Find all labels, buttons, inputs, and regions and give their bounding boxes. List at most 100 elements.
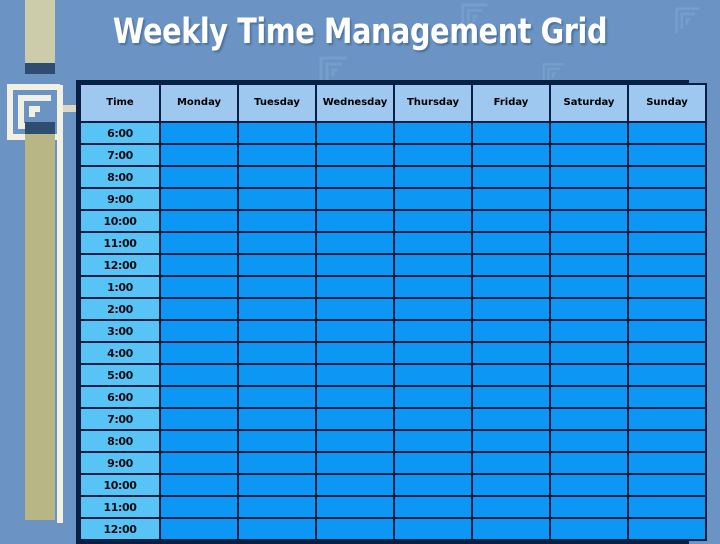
schedule-slot-cell[interactable] — [237, 319, 317, 343]
schedule-slot-cell[interactable] — [159, 407, 239, 431]
schedule-slot-cell[interactable] — [237, 143, 317, 167]
schedule-slot-cell[interactable] — [471, 363, 551, 387]
schedule-slot-cell[interactable] — [237, 385, 317, 409]
schedule-slot-cell[interactable] — [237, 275, 317, 299]
schedule-slot-cell[interactable] — [549, 275, 629, 299]
schedule-slot-cell[interactable] — [471, 165, 551, 189]
schedule-slot-cell[interactable] — [549, 385, 629, 409]
schedule-slot-cell[interactable] — [627, 495, 707, 519]
schedule-slot-cell[interactable] — [471, 121, 551, 145]
schedule-slot-cell[interactable] — [237, 517, 317, 541]
schedule-slot-cell[interactable] — [471, 407, 551, 431]
schedule-slot-cell[interactable] — [159, 451, 239, 475]
schedule-slot-cell[interactable] — [393, 143, 473, 167]
schedule-slot-cell[interactable] — [471, 231, 551, 255]
schedule-slot-cell[interactable] — [159, 429, 239, 453]
column-header-day[interactable]: Sunday — [627, 83, 707, 123]
schedule-slot-cell[interactable] — [393, 165, 473, 189]
schedule-slot-cell[interactable] — [471, 319, 551, 343]
schedule-slot-cell[interactable] — [315, 297, 395, 321]
schedule-slot-cell[interactable] — [393, 407, 473, 431]
schedule-slot-cell[interactable] — [627, 143, 707, 167]
schedule-slot-cell[interactable] — [237, 363, 317, 387]
schedule-slot-cell[interactable] — [237, 495, 317, 519]
schedule-slot-cell[interactable] — [627, 121, 707, 145]
column-header-day[interactable]: Friday — [471, 83, 551, 123]
schedule-slot-cell[interactable] — [627, 341, 707, 365]
schedule-slot-cell[interactable] — [627, 209, 707, 233]
schedule-slot-cell[interactable] — [159, 363, 239, 387]
schedule-slot-cell[interactable] — [315, 363, 395, 387]
schedule-slot-cell[interactable] — [549, 341, 629, 365]
schedule-slot-cell[interactable] — [627, 275, 707, 299]
schedule-slot-cell[interactable] — [549, 319, 629, 343]
schedule-slot-cell[interactable] — [627, 407, 707, 431]
schedule-slot-cell[interactable] — [393, 253, 473, 277]
schedule-slot-cell[interactable] — [549, 143, 629, 167]
schedule-slot-cell[interactable] — [237, 231, 317, 255]
schedule-slot-cell[interactable] — [315, 165, 395, 189]
schedule-slot-cell[interactable] — [549, 429, 629, 453]
schedule-slot-cell[interactable] — [159, 495, 239, 519]
schedule-slot-cell[interactable] — [471, 429, 551, 453]
schedule-slot-cell[interactable] — [315, 121, 395, 145]
schedule-slot-cell[interactable] — [315, 143, 395, 167]
schedule-slot-cell[interactable] — [315, 517, 395, 541]
schedule-slot-cell[interactable] — [471, 495, 551, 519]
schedule-slot-cell[interactable] — [627, 231, 707, 255]
schedule-slot-cell[interactable] — [471, 209, 551, 233]
schedule-slot-cell[interactable] — [627, 473, 707, 497]
schedule-slot-cell[interactable] — [237, 407, 317, 431]
column-header-day[interactable]: Wednesday — [315, 83, 395, 123]
schedule-slot-cell[interactable] — [315, 495, 395, 519]
schedule-slot-cell[interactable] — [549, 473, 629, 497]
schedule-slot-cell[interactable] — [315, 275, 395, 299]
schedule-slot-cell[interactable] — [549, 121, 629, 145]
schedule-slot-cell[interactable] — [315, 319, 395, 343]
schedule-slot-cell[interactable] — [159, 187, 239, 211]
schedule-slot-cell[interactable] — [237, 473, 317, 497]
schedule-slot-cell[interactable] — [159, 253, 239, 277]
schedule-slot-cell[interactable] — [549, 517, 629, 541]
schedule-slot-cell[interactable] — [471, 385, 551, 409]
schedule-slot-cell[interactable] — [393, 341, 473, 365]
schedule-slot-cell[interactable] — [627, 187, 707, 211]
schedule-slot-cell[interactable] — [393, 297, 473, 321]
schedule-slot-cell[interactable] — [315, 429, 395, 453]
schedule-slot-cell[interactable] — [627, 517, 707, 541]
column-header-day[interactable]: Monday — [159, 83, 239, 123]
schedule-slot-cell[interactable] — [393, 275, 473, 299]
schedule-slot-cell[interactable] — [159, 517, 239, 541]
schedule-slot-cell[interactable] — [315, 231, 395, 255]
schedule-slot-cell[interactable] — [159, 341, 239, 365]
schedule-slot-cell[interactable] — [471, 253, 551, 277]
schedule-slot-cell[interactable] — [549, 363, 629, 387]
schedule-slot-cell[interactable] — [159, 319, 239, 343]
schedule-slot-cell[interactable] — [315, 187, 395, 211]
schedule-slot-cell[interactable] — [393, 363, 473, 387]
schedule-slot-cell[interactable] — [471, 297, 551, 321]
schedule-slot-cell[interactable] — [315, 341, 395, 365]
schedule-slot-cell[interactable] — [237, 209, 317, 233]
schedule-slot-cell[interactable] — [393, 517, 473, 541]
schedule-slot-cell[interactable] — [627, 451, 707, 475]
schedule-slot-cell[interactable] — [471, 143, 551, 167]
column-header-day[interactable]: Thursday — [393, 83, 473, 123]
schedule-slot-cell[interactable] — [393, 473, 473, 497]
schedule-slot-cell[interactable] — [159, 209, 239, 233]
schedule-slot-cell[interactable] — [549, 209, 629, 233]
schedule-slot-cell[interactable] — [393, 231, 473, 255]
schedule-slot-cell[interactable] — [627, 319, 707, 343]
schedule-slot-cell[interactable] — [315, 473, 395, 497]
column-header-day[interactable]: Tuesday — [237, 83, 317, 123]
schedule-slot-cell[interactable] — [237, 297, 317, 321]
schedule-slot-cell[interactable] — [627, 297, 707, 321]
schedule-slot-cell[interactable] — [549, 495, 629, 519]
schedule-slot-cell[interactable] — [471, 451, 551, 475]
schedule-slot-cell[interactable] — [549, 297, 629, 321]
schedule-slot-cell[interactable] — [237, 121, 317, 145]
schedule-slot-cell[interactable] — [627, 253, 707, 277]
schedule-slot-cell[interactable] — [393, 187, 473, 211]
schedule-slot-cell[interactable] — [549, 253, 629, 277]
schedule-slot-cell[interactable] — [471, 275, 551, 299]
